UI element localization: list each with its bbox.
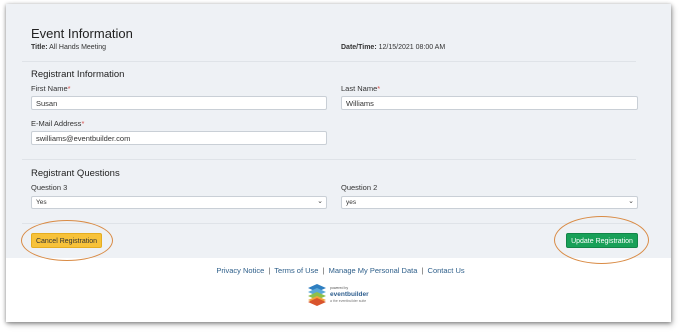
question-2-select[interactable]: yes ⌄ — [341, 196, 638, 209]
question-2-label: Question 2 — [341, 183, 378, 192]
update-highlight-ring — [554, 216, 649, 264]
event-title-value: All Hands Meeting — [49, 44, 106, 51]
logo-mark-icon — [308, 284, 326, 306]
logo-name: eventbuilder — [330, 291, 369, 298]
email-field[interactable]: swilliams@eventbuilder.com — [31, 131, 327, 145]
last-name-field[interactable]: Williams — [341, 96, 638, 110]
event-datetime-label: Date/Time: — [341, 44, 377, 51]
link-separator: | — [421, 266, 424, 275]
last-name-label: Last Name* — [341, 84, 380, 93]
question-2-value: yes — [346, 199, 357, 206]
link-separator: | — [268, 266, 271, 275]
event-title-label: Title: — [31, 44, 48, 51]
registrant-info-heading: Registrant Information — [31, 69, 125, 80]
email-label-text: E-Mail Address — [31, 119, 82, 128]
required-mark: * — [67, 84, 71, 93]
logo-powered-by: powered by — [330, 286, 349, 290]
divider — [22, 61, 636, 62]
footer-links: Privacy Notice | Terms of Use | Manage M… — [0, 266, 681, 275]
manage-personal-data-link[interactable]: Manage My Personal Data — [329, 266, 418, 275]
event-info-heading: Event Information — [31, 26, 133, 41]
contact-us-link[interactable]: Contact Us — [428, 266, 465, 275]
logo-tagline: a the eventbuilder suite — [330, 299, 367, 303]
question-3-value: Yes — [36, 199, 47, 206]
event-datetime: Date/Time: 12/15/2021 08:00 AM — [341, 44, 445, 51]
first-name-label: First Name* — [31, 84, 71, 93]
question-3-select[interactable]: Yes ⌄ — [31, 196, 327, 209]
first-name-label-text: First Name — [31, 84, 68, 93]
event-title: Title: All Hands Meeting — [31, 44, 106, 51]
terms-of-use-link[interactable]: Terms of Use — [274, 266, 318, 275]
last-name-label-text: Last Name — [341, 84, 378, 93]
divider — [22, 223, 636, 224]
event-datetime-value: 12/15/2021 08:00 AM — [378, 44, 446, 51]
divider — [22, 159, 636, 160]
email-label: E-Mail Address* — [31, 119, 84, 128]
link-separator: | — [322, 266, 325, 275]
first-name-field[interactable]: Susan — [31, 96, 327, 110]
question-3-label: Question 3 — [31, 183, 68, 192]
registrant-questions-heading: Registrant Questions — [31, 168, 120, 179]
chevron-down-icon: ⌄ — [317, 198, 323, 205]
cancel-highlight-ring — [21, 220, 113, 261]
required-mark: * — [377, 84, 381, 93]
chevron-down-icon: ⌄ — [628, 198, 634, 205]
required-mark: * — [81, 119, 85, 128]
privacy-notice-link[interactable]: Privacy Notice — [216, 266, 264, 275]
